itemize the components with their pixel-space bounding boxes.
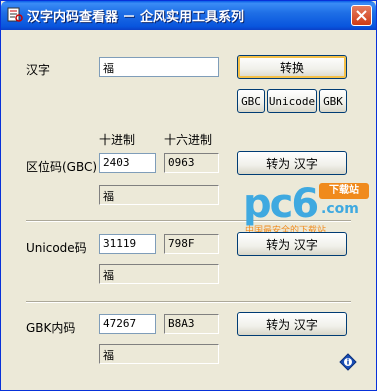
close-button[interactable] bbox=[351, 5, 372, 26]
hex-header: 十六进制 bbox=[164, 133, 213, 147]
info-icon[interactable] bbox=[339, 353, 357, 371]
gbk-label: GBK内码 bbox=[26, 321, 76, 335]
gbc-to-hanzi-button[interactable]: 转为 汉字 bbox=[237, 151, 347, 175]
watermark: pc6 下载站 .com 中国最安全的下载站 bbox=[241, 179, 371, 239]
mode-unicode-button[interactable]: Unicode bbox=[267, 89, 317, 113]
mode-gbc-button[interactable]: GBC bbox=[237, 89, 265, 113]
unicode-to-hanzi-button[interactable]: 转为 汉字 bbox=[237, 232, 347, 256]
gbk-result-field: 福 bbox=[99, 344, 219, 364]
window-title: 汉字内码查看器 － 企风实用工具系列 bbox=[27, 10, 245, 25]
app-icon bbox=[7, 7, 23, 23]
gbc-label: 区位码(GBC) bbox=[26, 160, 98, 174]
unicode-label: Unicode码 bbox=[26, 241, 87, 255]
gbc-decimal-input[interactable]: 2403 bbox=[99, 153, 156, 173]
decimal-header: 十进制 bbox=[99, 133, 136, 147]
unicode-decimal-input[interactable]: 31119 bbox=[99, 234, 156, 254]
title-bar[interactable]: 汉字内码查看器 － 企风实用工具系列 bbox=[1, 1, 376, 30]
hanzi-input[interactable]: 福 bbox=[99, 57, 219, 77]
gbk-decimal-input[interactable]: 47267 bbox=[99, 314, 156, 334]
convert-button[interactable]: 转换 bbox=[237, 55, 347, 79]
gbk-hex-field: B8A3 bbox=[164, 314, 219, 334]
hanzi-label: 汉字 bbox=[26, 63, 51, 77]
watermark-domain: .com bbox=[321, 201, 359, 217]
gbk-to-hanzi-button[interactable]: 转为 汉字 bbox=[237, 312, 347, 336]
app-window: 汉字内码查看器 － 企风实用工具系列 汉字 福 转换 GBC Unicode G… bbox=[0, 0, 377, 391]
divider-2 bbox=[26, 301, 351, 303]
gbc-hex-field: 0963 bbox=[164, 153, 219, 173]
gbc-result-field: 福 bbox=[99, 185, 219, 205]
watermark-logo: pc6 bbox=[243, 181, 319, 227]
unicode-hex-field: 798F bbox=[164, 234, 219, 254]
close-icon bbox=[356, 10, 367, 21]
mode-gbk-button[interactable]: GBK bbox=[319, 89, 347, 113]
watermark-badge: 下载站 bbox=[319, 183, 369, 199]
unicode-result-field: 福 bbox=[99, 264, 219, 284]
